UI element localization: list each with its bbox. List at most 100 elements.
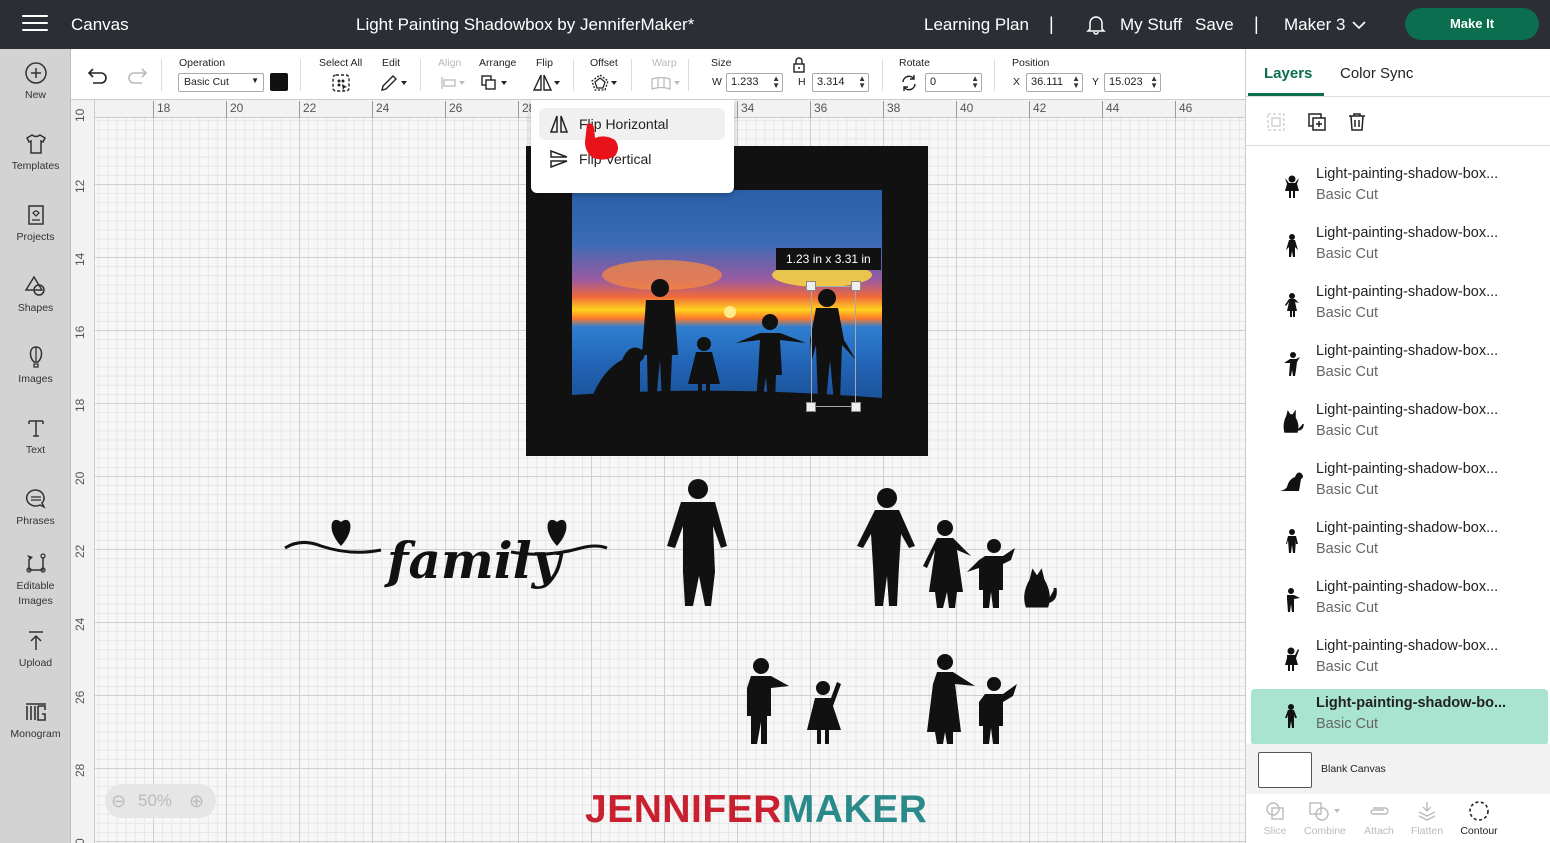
chevron-down-icon[interactable] [1352, 17, 1366, 35]
divider [300, 59, 301, 91]
lock-icon[interactable] [791, 57, 807, 78]
layer-name: Light-painting-shadow-box... [1316, 343, 1499, 359]
layer-item[interactable]: Light-painting-shadow-box... Basic Cut [1251, 573, 1548, 629]
layer-item[interactable]: Light-painting-shadow-box... Basic Cut [1251, 219, 1548, 275]
ruler-tick: 20 [73, 471, 87, 485]
sidebar-item-templates[interactable]: Templates [0, 132, 71, 172]
ruler-tick: 14 [73, 252, 87, 266]
select-all-icon[interactable] [331, 73, 351, 98]
select-all-label: Select All [319, 57, 363, 69]
make-it-button[interactable]: Make It [1405, 8, 1539, 40]
sidebar-item-upload[interactable]: Upload [0, 629, 71, 669]
sidebar-item-images[interactable]: Images [0, 345, 71, 385]
ruler-tick: 18 [73, 398, 87, 412]
my-stuff-link[interactable]: My Stuff [1120, 15, 1182, 35]
rotate-icon[interactable] [900, 74, 918, 97]
rotate-input[interactable]: 0 ▲ ▼ [925, 73, 982, 92]
spinner-icon[interactable]: ▲ ▼ [858, 75, 866, 90]
zoom-out-icon[interactable]: ⊖ [111, 784, 126, 818]
layer-item[interactable]: Light-painting-shadow-box... Basic Cut [1251, 160, 1548, 216]
project-title[interactable]: Light Painting Shadowbox by JenniferMake… [356, 15, 694, 35]
group-icon [1266, 112, 1286, 137]
divider [882, 59, 883, 91]
loose-silhouettes[interactable] [661, 476, 1061, 756]
selection-box[interactable] [811, 286, 856, 407]
flip-vertical-option[interactable]: Flip Vertical [539, 143, 725, 175]
sidebar-item-phrases[interactable]: Phrases [0, 487, 71, 527]
resize-handle[interactable] [851, 281, 861, 291]
blank-canvas-layer[interactable]: Blank Canvas [1246, 744, 1550, 794]
hamburger-menu-icon[interactable] [22, 15, 48, 33]
top-bar: Canvas Light Painting Shadowbox by Jenni… [0, 0, 1550, 49]
layer-name: Light-painting-shadow-box... [1316, 225, 1499, 241]
cat-silhouette-icon [1283, 410, 1304, 433]
attach-button: Attach [1354, 800, 1404, 837]
sidebar-item-new[interactable]: New [0, 61, 71, 101]
bell-icon[interactable] [1085, 13, 1107, 40]
layer-item-selected[interactable]: Light-painting-shadow-bo... Basic Cut [1251, 689, 1548, 745]
operation-value: Basic Cut [184, 76, 229, 88]
layer-operation: Basic Cut [1316, 423, 1379, 439]
layer-operation: Basic Cut [1316, 600, 1379, 616]
layer-item[interactable]: Light-painting-shadow-box... Basic Cut [1251, 278, 1548, 334]
flip-icon[interactable] [532, 73, 562, 98]
width-label: W [712, 76, 722, 88]
offset-icon[interactable] [590, 73, 620, 98]
ruler-tick: 46 [1175, 101, 1192, 118]
sidebar-item-text[interactable]: Text [0, 416, 71, 456]
color-swatch[interactable] [270, 73, 288, 91]
layer-item[interactable]: Light-painting-shadow-box... Basic Cut [1251, 337, 1548, 393]
x-position-input[interactable]: 36.111 ▲ ▼ [1026, 73, 1083, 92]
zoom-in-icon[interactable]: ⊕ [189, 784, 204, 818]
blank-canvas-thumbnail [1258, 752, 1312, 788]
spinner-icon[interactable]: ▲ ▼ [971, 75, 979, 90]
ruler-tick: 16 [73, 325, 87, 339]
girl-silhouette-icon [1285, 175, 1299, 198]
height-input[interactable]: 3.314 ▲ ▼ [812, 73, 869, 92]
flatten-icon [1418, 802, 1436, 821]
undo-icon[interactable] [87, 67, 109, 90]
height-label: H [798, 76, 806, 88]
learning-plan-link[interactable]: Learning Plan [924, 15, 1029, 35]
layer-item[interactable]: Light-painting-shadow-box... Basic Cut [1251, 632, 1548, 688]
resize-handle[interactable] [806, 402, 816, 412]
sidebar-item-editable-images[interactable]: Editable Images [0, 551, 71, 609]
machine-selector[interactable]: Maker 3 [1284, 15, 1345, 35]
sidebar-item-monogram[interactable]: Monogram [0, 700, 71, 740]
spinner-icon[interactable]: ▲ ▼ [1150, 75, 1158, 90]
ruler-tick: 24 [372, 101, 389, 118]
pointer-hand-icon [585, 123, 618, 160]
layer-item[interactable]: Light-painting-shadow-box... Basic Cut [1251, 396, 1548, 452]
contour-button[interactable]: Contour [1454, 800, 1504, 837]
card-icon [27, 205, 44, 225]
layer-item[interactable]: Light-painting-shadow-box... Basic Cut [1251, 514, 1548, 570]
edit-pencil-icon[interactable] [379, 73, 409, 98]
design-canvas[interactable]: 18 20 22 24 26 28 34 36 38 40 42 44 46 1… [71, 100, 1245, 843]
redo-icon[interactable] [126, 67, 148, 90]
layer-item[interactable]: Light-painting-shadow-box... Basic Cut [1251, 455, 1548, 511]
spinner-icon[interactable]: ▲ ▼ [1072, 75, 1080, 90]
operation-select[interactable]: Basic Cut ▼ [178, 73, 264, 92]
width-input[interactable]: 1.233 ▲ ▼ [726, 73, 783, 92]
layer-operation: Basic Cut [1316, 659, 1379, 675]
align-label: Align [438, 57, 462, 69]
offset-label: Offset [590, 57, 618, 69]
spinner-icon[interactable]: ▲ ▼ [772, 75, 780, 90]
resize-handle[interactable] [806, 281, 816, 291]
resize-handle[interactable] [851, 402, 861, 412]
flip-horizontal-option[interactable]: Flip Horizontal [539, 108, 725, 140]
arrange-icon[interactable] [480, 73, 510, 98]
divider [994, 59, 995, 91]
combine-label: Combine [1303, 825, 1347, 837]
sidebar-item-projects[interactable]: Projects [0, 203, 71, 243]
edit-label: Edit [382, 57, 401, 69]
sidebar-item-shapes[interactable]: Shapes [0, 274, 71, 314]
save-button[interactable]: Save [1195, 15, 1234, 35]
duplicate-icon[interactable] [1307, 112, 1327, 137]
tab-layers[interactable]: Layers [1264, 65, 1312, 82]
attach-label: Attach [1364, 825, 1394, 837]
trash-icon[interactable] [1347, 112, 1367, 137]
tab-color-sync[interactable]: Color Sync [1340, 65, 1413, 82]
y-position-input[interactable]: 15.023 ▲ ▼ [1104, 73, 1161, 92]
family-word-art[interactable]: family [281, 508, 611, 608]
